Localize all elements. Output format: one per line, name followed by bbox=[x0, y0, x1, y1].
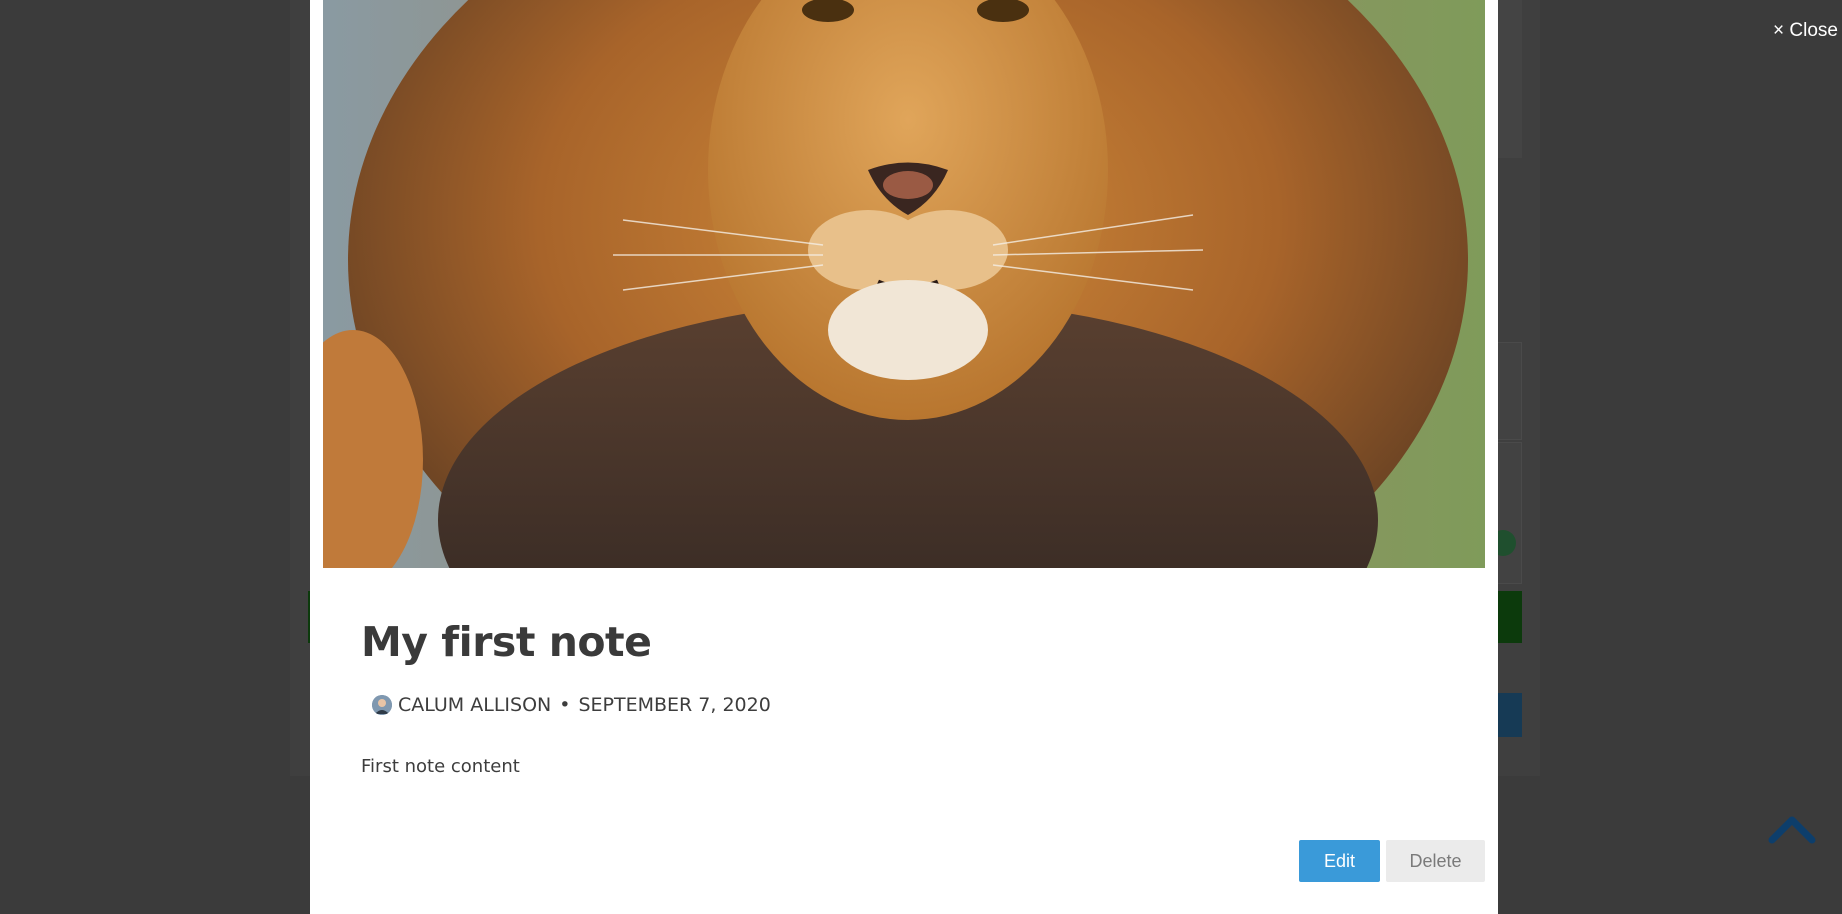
note-meta: CALUM ALLISON • SEPTEMBER 7, 2020 bbox=[372, 694, 771, 716]
note-image bbox=[323, 0, 1485, 568]
meta-separator: • bbox=[559, 694, 571, 716]
note-content: First note content bbox=[361, 756, 520, 777]
note-title: My first note bbox=[361, 618, 652, 666]
close-button[interactable]: × Close bbox=[1773, 20, 1838, 42]
avatar bbox=[372, 695, 392, 715]
delete-button[interactable]: Delete bbox=[1386, 840, 1485, 882]
edit-button[interactable]: Edit bbox=[1299, 840, 1380, 882]
note-author[interactable]: CALUM ALLISON bbox=[398, 694, 551, 716]
note-modal: My first note CALUM ALLISON • SEPTEMBER … bbox=[310, 0, 1498, 914]
chevron-up-icon[interactable] bbox=[1766, 810, 1818, 846]
note-date: SEPTEMBER 7, 2020 bbox=[578, 694, 771, 716]
